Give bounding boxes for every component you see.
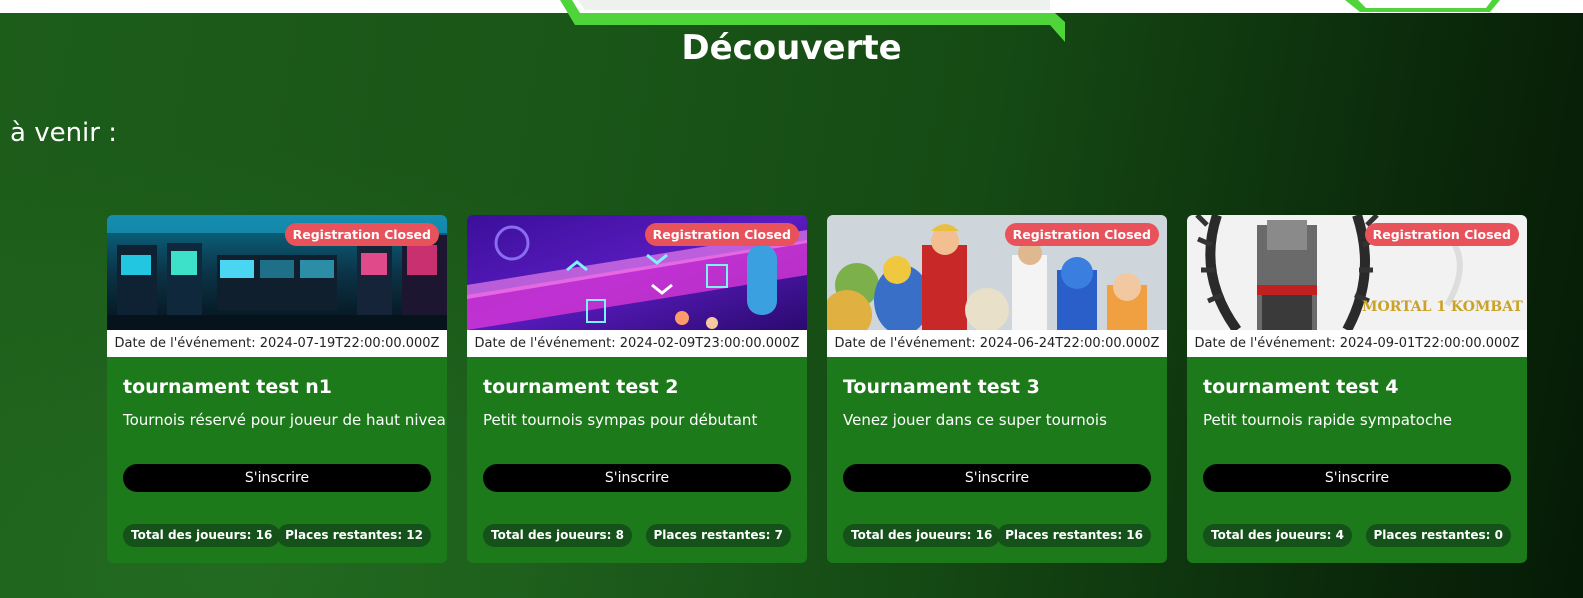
remaining-places-badge: Places restantes: 12 (277, 524, 431, 547)
tournament-card[interactable]: Registration Closed Date de l'événement:… (107, 215, 447, 563)
event-date: Date de l'événement: 2024-09-01T22:00:00… (1187, 330, 1527, 357)
remaining-places-badge: Places restantes: 0 (1365, 524, 1511, 547)
signup-button[interactable]: S'inscrire (1203, 464, 1511, 492)
tournament-description: Tournois réservé pour joueur de haut niv… (123, 411, 447, 429)
total-players-badge: Total des joueurs: 4 (1203, 524, 1352, 547)
page-title: Découverte (681, 28, 902, 68)
tournament-image-arcade: Registration Closed (107, 215, 447, 330)
upcoming-section-title: à venir : (10, 118, 117, 148)
event-date: Date de l'événement: 2024-02-09T23:00:00… (467, 330, 807, 357)
tournament-card[interactable]: Registration Closed Date de l'événement:… (827, 215, 1167, 563)
svg-text:MORTAL 1 KOMBAT: MORTAL 1 KOMBAT (1362, 299, 1523, 315)
remaining-places-badge: Places restantes: 7 (645, 524, 791, 547)
status-badge: Registration Closed (1364, 223, 1519, 246)
status-badge: Registration Closed (284, 223, 439, 246)
tournament-image-mortal-kombat: MORTAL 1 KOMBAT Registration Closed (1187, 215, 1527, 330)
status-badge: Registration Closed (1004, 223, 1159, 246)
top-navbar (0, 0, 1583, 13)
event-date: Date de l'événement: 2024-07-19T22:00:00… (107, 330, 447, 357)
remaining-places-badge: Places restantes: 16 (997, 524, 1151, 547)
tournament-title: Tournament test 3 (843, 376, 1040, 398)
event-date: Date de l'événement: 2024-06-24T22:00:00… (827, 330, 1167, 357)
tournament-image-figurines: Registration Closed (827, 215, 1167, 330)
tournament-description: Venez jouer dans ce super tournois (843, 411, 1107, 429)
tournament-title: tournament test 2 (483, 376, 679, 398)
total-players-badge: Total des joueurs: 16 (123, 524, 281, 547)
tournament-card[interactable]: Registration Closed Date de l'événement:… (467, 215, 807, 563)
tournament-description: Petit tournois rapide sympatoche (1203, 411, 1452, 429)
tournament-title: tournament test n1 (123, 376, 333, 398)
signup-button[interactable]: S'inscrire (123, 464, 431, 492)
total-players-badge: Total des joueurs: 8 (483, 524, 632, 547)
status-badge: Registration Closed (644, 223, 799, 246)
signup-button[interactable]: S'inscrire (483, 464, 791, 492)
tournament-description: Petit tournois sympas pour débutant (483, 411, 758, 429)
total-players-badge: Total des joueurs: 16 (843, 524, 1001, 547)
tournament-image-neon: Registration Closed (467, 215, 807, 330)
tournament-card[interactable]: MORTAL 1 KOMBAT Registration Closed Date… (1187, 215, 1527, 563)
signup-button[interactable]: S'inscrire (843, 464, 1151, 492)
tournament-title: tournament test 4 (1203, 376, 1399, 398)
